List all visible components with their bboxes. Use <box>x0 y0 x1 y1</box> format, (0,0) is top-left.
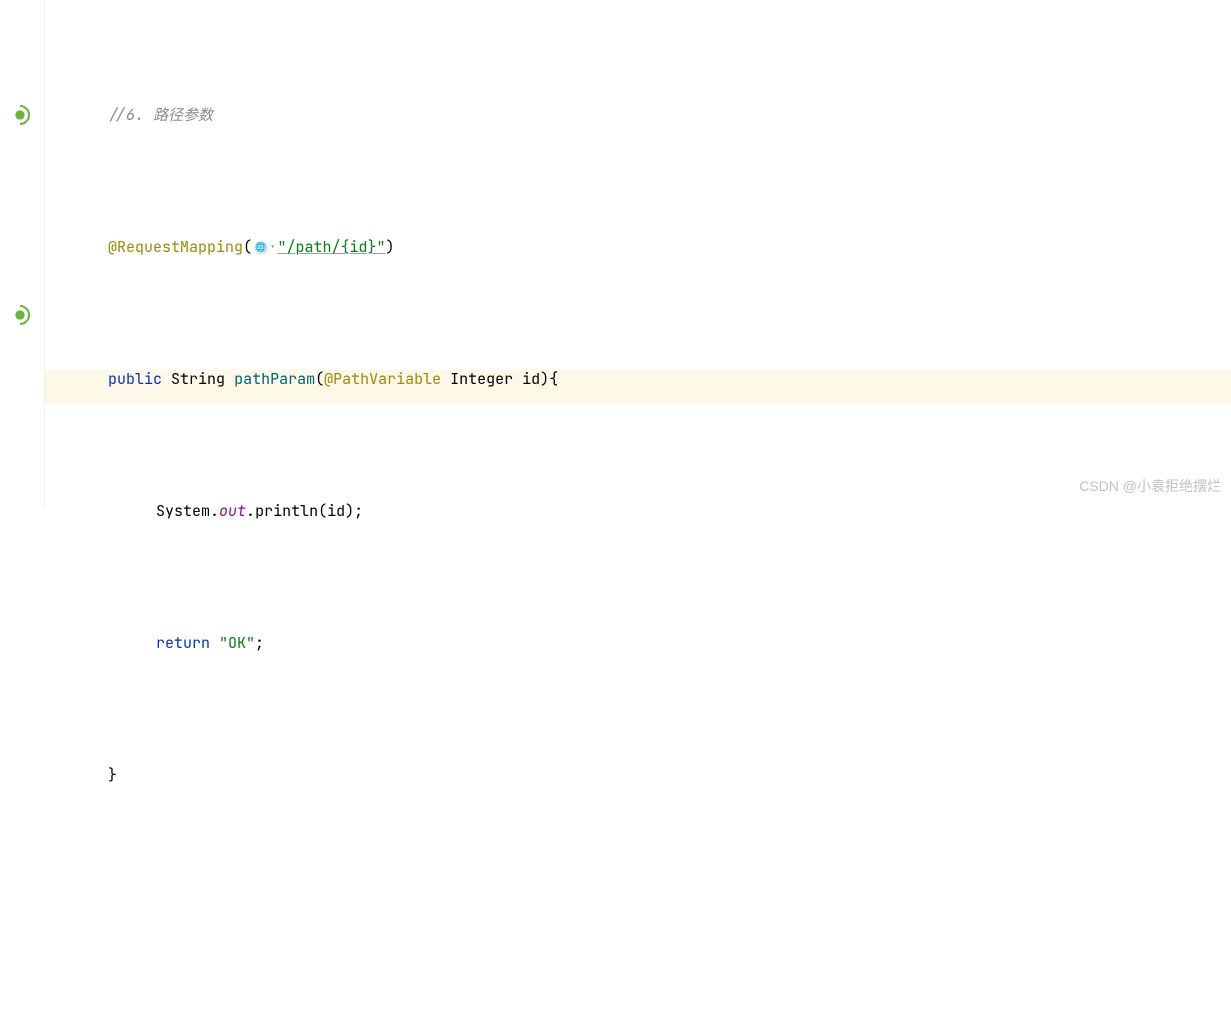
comment-text: //6. 路径参数 <box>108 99 213 132</box>
code-line[interactable]: @RequestMapping(🌐▾"/path/{id}") <box>60 231 1231 264</box>
code-line[interactable]: return "OK"; <box>60 627 1231 660</box>
code-line[interactable]: public String pathParam(@PathVariable In… <box>60 363 1231 396</box>
spring-endpoint-icon[interactable] <box>12 107 30 125</box>
method-name: pathParam <box>234 363 315 396</box>
spring-endpoint-icon[interactable] <box>12 307 30 325</box>
code-line[interactable]: System.out.println(id); <box>60 495 1231 528</box>
code-editor[interactable]: //6. 路径参数 @RequestMapping(🌐▾"/path/{id}"… <box>60 0 1231 1014</box>
editor-gutter <box>0 0 45 507</box>
code-line-blank[interactable] <box>60 891 1231 924</box>
code-line[interactable]: } <box>60 759 1231 792</box>
chevron-down-icon[interactable]: ▾ <box>270 238 275 258</box>
web-icon[interactable]: 🌐 <box>254 241 268 255</box>
watermark-text: CSDN @小袁拒绝摆烂 <box>1079 471 1221 502</box>
code-line[interactable]: //6. 路径参数 <box>60 99 1231 132</box>
annotation: @RequestMapping <box>108 231 243 264</box>
url-string: "/path/{id}" <box>277 231 385 264</box>
